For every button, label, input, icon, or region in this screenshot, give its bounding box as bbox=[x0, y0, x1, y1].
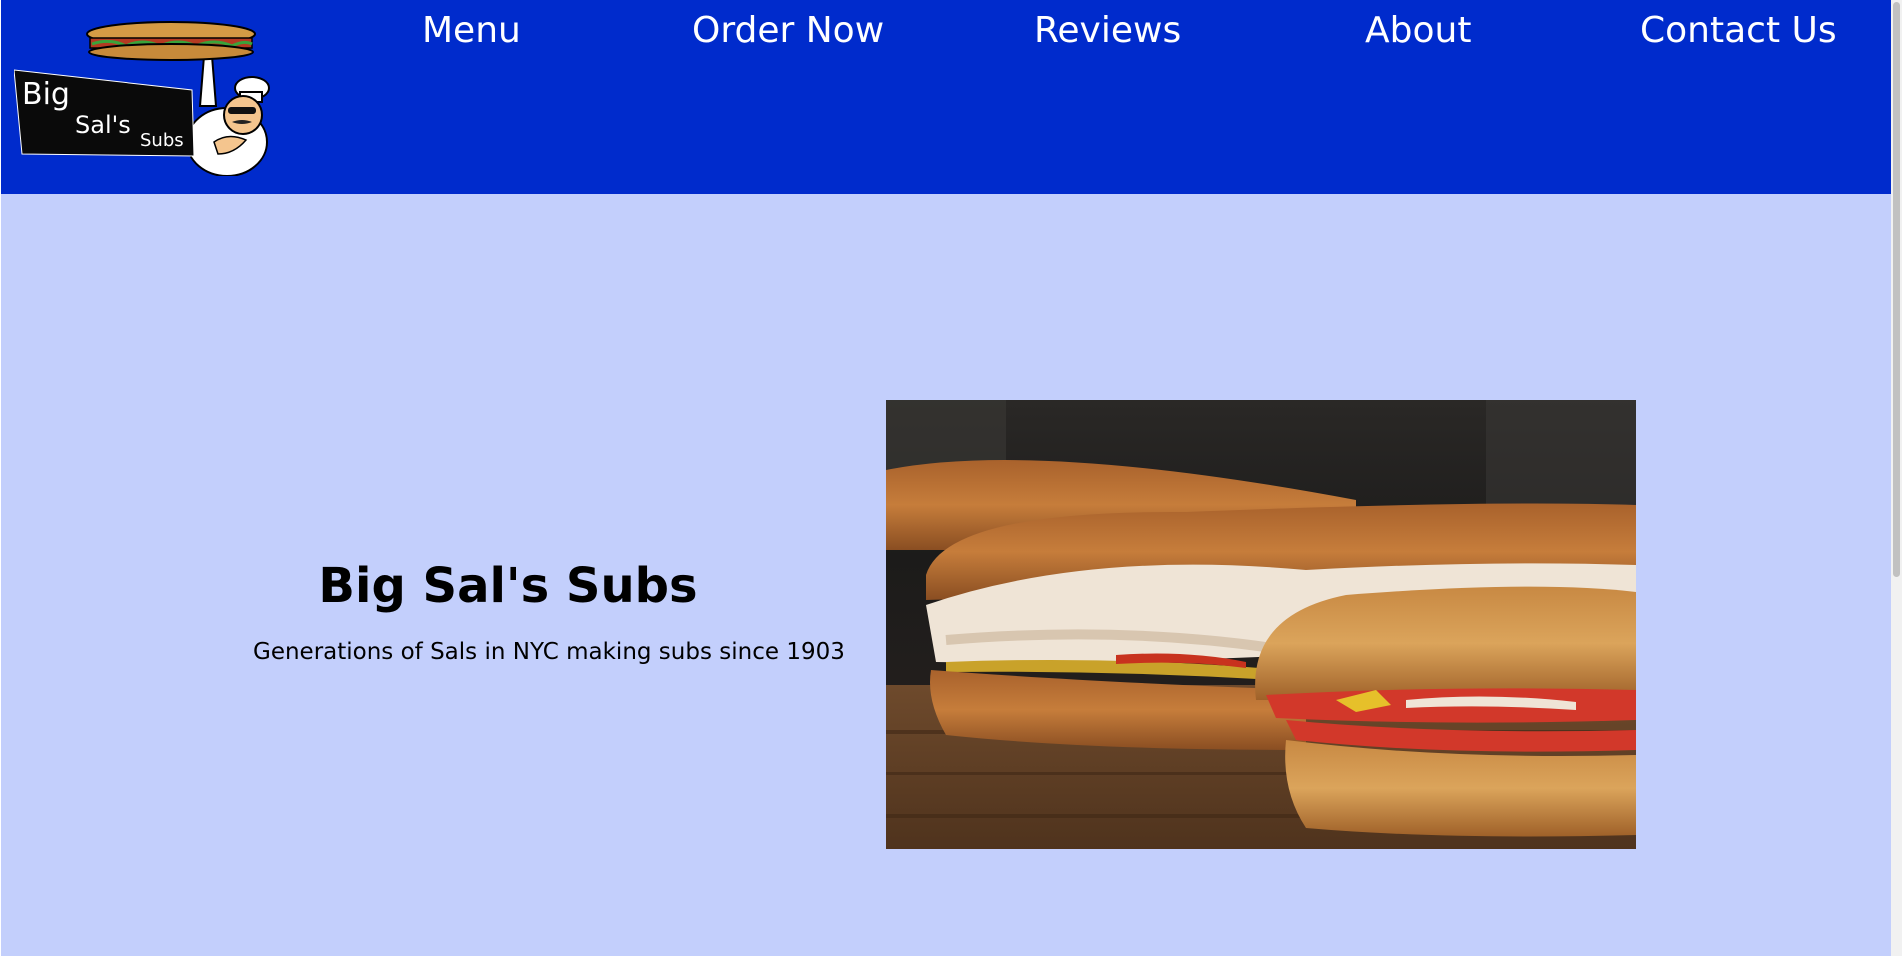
logo-word-big: Big bbox=[22, 77, 70, 112]
nav-reviews-link[interactable]: Reviews bbox=[1034, 8, 1181, 54]
nav-contact-us-link[interactable]: Contact Us bbox=[1640, 8, 1837, 54]
nav-order-now-link[interactable]: Order Now bbox=[692, 8, 884, 54]
logo-word-sals: Sal's bbox=[75, 111, 131, 139]
nav-menu-link[interactable]: Menu bbox=[422, 8, 521, 54]
hero-section: Big Sal's Subs Generations of Sals in NY… bbox=[1, 194, 1891, 956]
header-bar: Big Sal's Subs Menu Order Now Reviews Ab… bbox=[1, 0, 1891, 194]
main-nav: Menu Order Now Reviews About Contact Us bbox=[1, 0, 1891, 64]
page-scrollbar[interactable] bbox=[1891, 0, 1902, 956]
nav-about-link[interactable]: About bbox=[1365, 8, 1471, 54]
scrollbar-thumb[interactable] bbox=[1893, 2, 1900, 577]
hero-title: Big Sal's Subs bbox=[318, 558, 698, 614]
logo-word-subs: Subs bbox=[140, 130, 184, 151]
page: Big Sal's Subs Menu Order Now Reviews Ab… bbox=[0, 0, 1902, 956]
sub-sandwiches-photo bbox=[886, 400, 1636, 849]
sandwich-photo-icon bbox=[886, 400, 1636, 849]
hero-subtitle: Generations of Sals in NYC making subs s… bbox=[253, 639, 845, 665]
